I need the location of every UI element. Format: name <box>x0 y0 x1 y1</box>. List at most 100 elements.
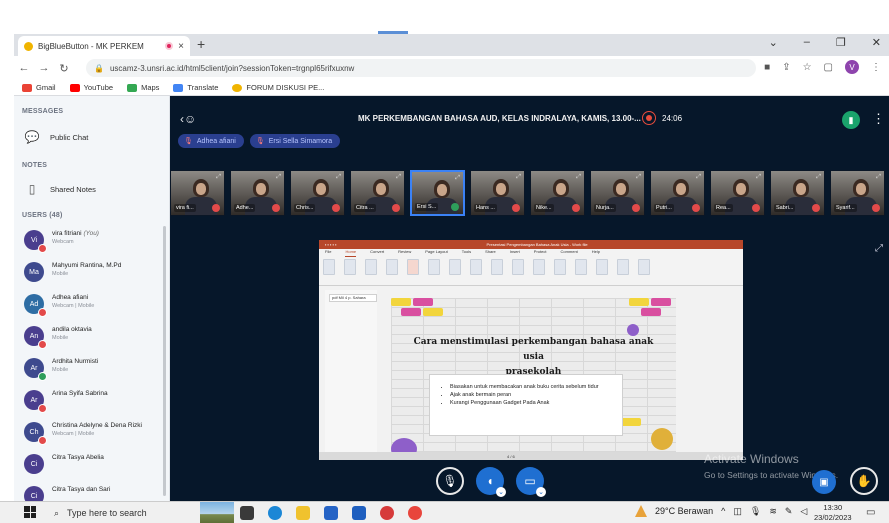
shared-notes-item[interactable]: ▯ Shared Notes <box>24 182 96 196</box>
back-icon[interactable]: ← <box>14 62 34 74</box>
browser-tab[interactable]: BigBlueButton - MK PERKEM × <box>18 36 190 56</box>
sidepanel-icon[interactable]: ▢ <box>824 62 833 73</box>
chrome-icon[interactable] <box>408 506 422 520</box>
user-list-toggle-icon[interactable]: ‹☺ <box>180 112 196 126</box>
tab-search-icon[interactable]: ⌄ <box>769 36 778 49</box>
webcam-tile[interactable]: ⤢ Chris... <box>290 170 345 216</box>
store-icon[interactable] <box>324 506 338 520</box>
bookmark-forum[interactable]: FORUM DISKUSI PE... <box>232 83 324 92</box>
public-chat-item[interactable]: 💬 Public Chat <box>24 130 89 144</box>
expand-icon[interactable]: ⤢ <box>576 174 581 181</box>
notification-icon[interactable]: ▭ <box>866 507 875 518</box>
webcam-tile[interactable]: ⤢ Sabri... <box>770 170 825 216</box>
options-menu-icon[interactable]: ⋮ <box>872 111 885 127</box>
bookmark-translate[interactable]: Translate <box>173 83 218 92</box>
mute-mic-button[interactable]: 🎙 <box>436 467 464 495</box>
restore-button[interactable]: ❐ <box>836 36 846 49</box>
connection-status-icon[interactable]: ▮ <box>842 111 860 129</box>
user-list-item[interactable]: Vi vira fitriani (You) Webcam <box>24 228 164 258</box>
forum-icon <box>232 83 243 92</box>
webcam-tile[interactable]: ⤢ Hans ... <box>470 170 525 216</box>
volume-icon[interactable]: ◁ <box>800 506 807 517</box>
webcam-tile[interactable]: ⤢ Rea... <box>710 170 765 216</box>
tray-chevron-icon[interactable]: ^ <box>721 506 725 516</box>
bookmark-star-icon[interactable]: ☆ <box>803 62 812 73</box>
windows-start-icon[interactable] <box>24 506 36 518</box>
minimize-button[interactable]: – <box>804 36 810 49</box>
user-name: Ardhita Nurmisti <box>52 358 99 365</box>
browser-menu-icon[interactable]: ⋮ <box>871 62 881 73</box>
expand-icon[interactable]: ⤢ <box>756 174 761 181</box>
webcam-tile[interactable]: ⤢ Ersi S... <box>410 170 465 216</box>
sidebar-scrollbar[interactable] <box>163 226 166 496</box>
expand-icon[interactable]: ⤢ <box>216 174 221 181</box>
forward-icon[interactable]: → <box>34 62 54 74</box>
mic-muted-icon <box>752 204 760 212</box>
expand-icon[interactable]: ⤢ <box>336 174 341 181</box>
leave-audio-button[interactable]: ◖ ⌄ <box>476 467 506 497</box>
camera-icon: ▭ <box>524 474 536 488</box>
share-icon[interactable]: ⇪ <box>782 62 790 73</box>
user-list-item[interactable]: Ar Arina Syifa Sabrina <box>24 388 164 418</box>
bookmark-maps[interactable]: Maps <box>127 83 159 92</box>
webcam-tile[interactable]: ⤢ Citra ... <box>350 170 405 216</box>
restore-presentation-button[interactable]: ▣ <box>812 470 836 494</box>
mic-icon[interactable]: 🎙 <box>750 506 761 517</box>
fullscreen-presentation-icon[interactable]: ⤢ <box>875 243 883 254</box>
bookmark-gmail[interactable]: Gmail <box>22 83 56 92</box>
user-list-item[interactable]: Ci Citra Tasya dan Sari <box>24 484 164 501</box>
ribbon-tab: File <box>325 249 332 254</box>
profile-avatar[interactable]: V <box>845 60 859 74</box>
webcam-tile[interactable]: ⤢ Nurja... <box>590 170 645 216</box>
ribbon-tab: Page Layout <box>425 249 448 254</box>
reload-icon[interactable]: ↻ <box>54 62 74 75</box>
user-list-item[interactable]: Ch Christina Adelyne & Dena Rizki Webcam … <box>24 420 164 450</box>
tab-close-icon[interactable]: × <box>178 41 184 52</box>
expand-icon[interactable]: ⤢ <box>636 174 641 181</box>
edge-icon[interactable] <box>268 506 282 520</box>
expand-icon[interactable]: ⤢ <box>396 174 401 181</box>
expand-icon[interactable]: ⤢ <box>696 174 701 181</box>
webcam-name: Syarif... <box>834 204 857 212</box>
expand-icon[interactable]: ⤢ <box>455 175 460 182</box>
task-view-icon[interactable] <box>240 506 254 520</box>
screen: { "browser": { "tab_title": "BigBlueButt… <box>0 0 889 523</box>
raise-hand-button[interactable]: ✋ <box>850 467 878 495</box>
weather-text[interactable]: 29°C Berawan <box>655 506 713 516</box>
recording-icon[interactable] <box>642 111 656 125</box>
pen-icon[interactable]: ✎ <box>785 506 793 517</box>
bookmark-youtube[interactable]: YouTube <box>69 83 113 92</box>
expand-icon[interactable]: ⤢ <box>816 174 821 181</box>
user-list-item[interactable]: Ad Adhea afiani Webcam | Mobile <box>24 292 164 322</box>
file-explorer-icon[interactable] <box>296 506 310 520</box>
webcam-tile[interactable]: ⤢ Adhe... <box>230 170 285 216</box>
webcam-tile[interactable]: ⤢ Putri... <box>650 170 705 216</box>
webcam-tile[interactable]: ⤢ Syarif... <box>830 170 885 216</box>
expand-icon[interactable]: ⤢ <box>876 174 881 181</box>
camera-permission-icon[interactable]: ■ <box>764 62 770 73</box>
recording-indicator-icon <box>165 42 174 50</box>
taskbar-search[interactable]: ⌕ Type here to search <box>44 504 194 522</box>
share-webcam-button[interactable]: ▭ ⌄ <box>516 467 546 497</box>
person-face <box>616 183 626 195</box>
user-list-item[interactable]: Ma Mahyumi Rantina, M.Pd Mobile <box>24 260 164 290</box>
user-list-item[interactable]: An andila oktavia Mobile <box>24 324 164 354</box>
expand-icon[interactable]: ⤢ <box>276 174 281 181</box>
address-bar[interactable]: 🔒 uscamz-3.unsri.ac.id/html5client/join?… <box>86 59 756 77</box>
system-clock[interactable]: 13:30 23/02/2023 <box>814 503 852 523</box>
user-device: Webcam | Mobile <box>52 431 95 437</box>
talker-chip[interactable]: 🎙 Ersi Sella Simamora <box>249 134 341 148</box>
webcam-name: Ersi S... <box>415 203 439 211</box>
user-list-item[interactable]: Ci Citra Tasya Abelia <box>24 452 164 482</box>
webcam-tile[interactable]: ⤢ Nike... <box>530 170 585 216</box>
network-icon[interactable]: ◫ <box>733 506 742 517</box>
close-window-button[interactable]: ✕ <box>872 36 881 49</box>
user-list-item[interactable]: Ar Ardhita Nurmisti Mobile <box>24 356 164 386</box>
app-icon[interactable] <box>380 506 394 520</box>
webcam-tile[interactable]: ⤢ vira fi... <box>170 170 225 216</box>
expand-icon[interactable]: ⤢ <box>516 174 521 181</box>
mail-icon[interactable] <box>352 506 366 520</box>
new-tab-button[interactable]: + <box>197 36 205 52</box>
wifi-icon[interactable]: ≋ <box>769 506 777 517</box>
talker-chip[interactable]: 🎙 Adhea afiani <box>178 134 244 148</box>
